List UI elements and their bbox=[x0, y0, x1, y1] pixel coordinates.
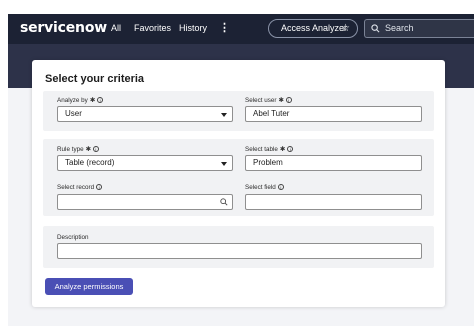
criteria-card: Select your criteria Analyze by ✱ i User S… bbox=[32, 60, 445, 307]
select-field-input[interactable] bbox=[245, 194, 422, 210]
top-navigation-bar: servicenow All Favorites History ⋮ Acces… bbox=[8, 14, 474, 44]
info-icon[interactable]: i bbox=[92, 146, 99, 152]
analyze-by-label: Analyze by ✱ i bbox=[57, 97, 104, 104]
rule-section: Rule type ✱ i Table (record) Select table ✱… bbox=[43, 139, 434, 216]
select-field-label: Select field i bbox=[245, 184, 284, 191]
select-table-input[interactable]: Problem bbox=[245, 155, 422, 171]
chevron-down-icon bbox=[221, 162, 227, 166]
description-section: Description bbox=[43, 226, 434, 268]
select-user-label: Select user ✱ i bbox=[245, 97, 292, 104]
rule-type-label: Rule type ✱ i bbox=[57, 146, 99, 153]
required-icon: ✱ bbox=[85, 146, 91, 153]
access-analyzer-pill[interactable]: Access Analyzer ☆ bbox=[268, 19, 358, 38]
rule-type-select[interactable]: Table (record) bbox=[57, 155, 233, 171]
nav-history[interactable]: History bbox=[179, 23, 207, 33]
servicenow-logo[interactable]: servicenow bbox=[20, 20, 107, 36]
more-menu-icon[interactable]: ⋮ bbox=[219, 21, 230, 34]
description-field[interactable] bbox=[57, 243, 422, 259]
info-icon[interactable]: i bbox=[96, 184, 103, 190]
required-icon: ✱ bbox=[279, 146, 286, 153]
nav-favorites[interactable]: Favorites bbox=[134, 23, 171, 33]
description-label: Description bbox=[57, 234, 89, 241]
required-icon: ✱ bbox=[89, 97, 96, 104]
nav-all[interactable]: All bbox=[111, 23, 121, 33]
select-table-label: Select table ✱ i bbox=[245, 146, 294, 153]
info-icon[interactable]: i bbox=[285, 97, 292, 103]
analyze-permissions-button[interactable]: Analyze permissions bbox=[45, 278, 133, 295]
favorite-star-icon[interactable]: ☆ bbox=[341, 20, 350, 37]
select-record-label: Select record i bbox=[57, 184, 103, 191]
info-icon[interactable]: i bbox=[287, 146, 294, 152]
select-record-input[interactable] bbox=[57, 194, 233, 210]
info-icon[interactable]: i bbox=[277, 184, 284, 190]
card-title: Select your criteria bbox=[45, 73, 145, 85]
analyze-by-select[interactable]: User bbox=[57, 106, 233, 122]
global-search-input[interactable]: Search bbox=[364, 19, 474, 38]
access-analyzer-label: Access Analyzer bbox=[281, 23, 348, 33]
info-icon[interactable]: i bbox=[97, 97, 104, 103]
chevron-down-icon bbox=[221, 113, 227, 117]
search-icon[interactable] bbox=[220, 198, 228, 206]
search-placeholder: Search bbox=[385, 23, 414, 33]
select-user-input[interactable]: Abel Tuter bbox=[245, 106, 422, 122]
analyze-section: Analyze by ✱ i User Select user ✱ i Abel Tut… bbox=[43, 91, 434, 131]
required-icon: ✱ bbox=[278, 97, 284, 104]
search-icon bbox=[371, 24, 380, 33]
